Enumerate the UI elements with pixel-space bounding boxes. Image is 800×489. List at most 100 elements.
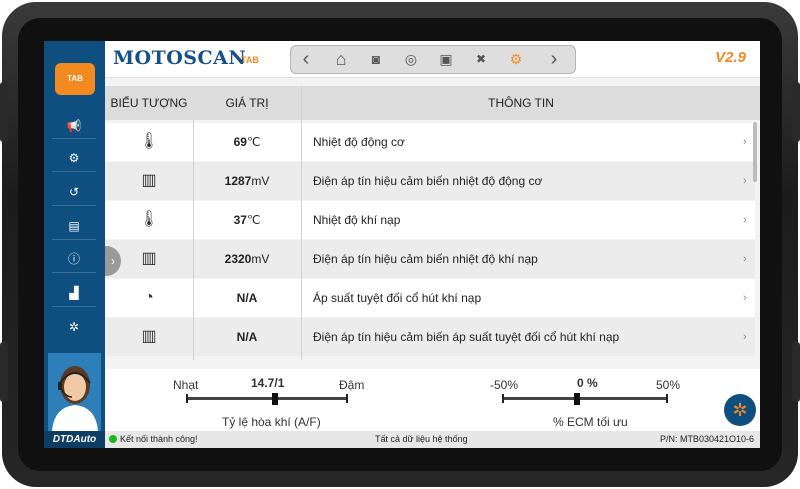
afr-lean-label: Nhạt xyxy=(173,378,199,392)
factory-icon[interactable]: ▟ xyxy=(62,284,86,303)
info-cell: Nhiệt độ động cơ xyxy=(313,135,405,149)
record-icon[interactable]: ◎ xyxy=(400,49,422,69)
afr-value: 14.7/1 xyxy=(251,376,285,390)
part-number: P/N: MTB030421O10-6 xyxy=(659,434,754,444)
afr-rich-label: Đậm xyxy=(339,378,365,392)
settings-icon[interactable]: ✲ xyxy=(62,318,86,337)
chevron-right-icon[interactable]: › xyxy=(743,162,753,200)
sidebar-divider xyxy=(52,138,96,139)
value-number: 37 xyxy=(233,213,247,227)
value-number: 1287 xyxy=(224,174,252,188)
ecm-max-label: 50% xyxy=(656,378,681,392)
sidebar-divider xyxy=(52,171,96,172)
table-header: BIỂU TƯỢNG GIÁ TRỊ THÔNG TIN xyxy=(105,86,760,120)
folder-icon[interactable]: ▣ xyxy=(435,49,457,69)
value-cell: 69℃ xyxy=(193,123,301,161)
side-button xyxy=(0,82,8,142)
chevron-right-icon[interactable]: › xyxy=(743,123,753,161)
afr-gauge-track xyxy=(187,397,347,400)
value-cell: 1287mV xyxy=(193,162,301,200)
intake-temperature-icon: 🌡 xyxy=(138,211,160,228)
status-bar: Kết nối thành công! Tất cả dữ liệu hệ th… xyxy=(105,431,760,448)
ecm-gauge-marker xyxy=(573,393,580,405)
app-screen: TAB 📢 ⚙ ↺ ▤ ⓘ ▟ ✲ DTDAuto MOTOSCAN TAB ‹… xyxy=(44,41,760,448)
back-icon[interactable]: ‹ xyxy=(295,49,317,69)
info-icon[interactable]: ⓘ xyxy=(62,250,86,269)
ecm-value: 0 % xyxy=(577,376,598,390)
sidebar: TAB 📢 ⚙ ↺ ▤ ⓘ ▟ ✲ DTDAuto xyxy=(44,41,105,448)
connection-status: Kết nối thành công! xyxy=(120,434,198,444)
chevron-right-icon[interactable]: › xyxy=(743,318,753,356)
table-row[interactable]: 🌡 37℃ Nhiệt độ khí nạp › xyxy=(105,201,755,239)
ecm-caption: % ECM tối ưu xyxy=(553,415,628,429)
value-unit: mV xyxy=(251,174,270,188)
support-avatar[interactable] xyxy=(48,353,101,431)
info-cell: Nhiệt độ khí nạp xyxy=(313,213,401,227)
ecm-gauge-tick xyxy=(666,394,668,403)
afr-caption: Tỷ lệ hòa khí (A/F) xyxy=(222,415,321,429)
afr-gauge-tick xyxy=(186,394,188,403)
map-sensor-icon: ▥ xyxy=(141,328,157,345)
value-cell: N/A xyxy=(193,279,301,317)
app-title-suffix: TAB xyxy=(241,55,259,65)
table-scrollbar[interactable] xyxy=(753,122,757,182)
value-number: 2320 xyxy=(224,252,252,266)
value-number: N/A xyxy=(236,291,258,305)
column-header-value: GIÁ TRỊ xyxy=(225,96,269,110)
info-cell: Điện áp tín hiệu cảm biến nhiệt độ động … xyxy=(313,174,543,188)
engine-icon[interactable]: ⚙ xyxy=(62,149,86,168)
value-cell: 2320mV xyxy=(193,240,301,278)
app-header: MOTOSCAN TAB ‹ ⌂ ◙ ◎ ▣ ✖ ⚙ › V2.9 xyxy=(105,41,760,78)
ecm-gauge-tick xyxy=(502,394,504,403)
chevron-right-icon[interactable]: › xyxy=(743,201,753,239)
app-title: MOTOSCAN xyxy=(113,47,247,69)
support-agent-image xyxy=(48,353,101,431)
data-scope-label: Tất cả dữ liệu hệ thống xyxy=(375,434,468,444)
chevron-right-icon[interactable]: › xyxy=(743,240,753,278)
table-row[interactable]: ▥ N/A Điện áp tín hiệu cảm biến áp suất … xyxy=(105,318,755,356)
info-cell: Áp suất tuyệt đối cổ hút khí nạp xyxy=(313,291,482,305)
delete-icon[interactable]: ✖ xyxy=(470,49,492,69)
value-unit: ℃ xyxy=(246,213,261,227)
home-icon[interactable]: ⌂ xyxy=(330,49,352,69)
history-icon[interactable]: ↺ xyxy=(62,183,86,202)
mixture-panel: Nhạt 14.7/1 Đậm Tỷ lệ hòa khí (A/F) -50%… xyxy=(105,369,760,431)
value-cell: 37℃ xyxy=(193,201,301,239)
sidebar-divider xyxy=(52,205,96,206)
table-row[interactable]: ▥ 2320mV Điện áp tín hiệu cảm biến nhiệt… xyxy=(105,240,755,278)
brand-logo: DTDAuto xyxy=(44,431,105,448)
value-unit: mV xyxy=(251,252,270,266)
table-row[interactable]: ◔ N/A Áp suất tuyệt đối cổ hút khí nạp › xyxy=(105,279,755,317)
settings-gear-button[interactable]: ✲ xyxy=(724,394,756,426)
camera-icon[interactable]: ◙ xyxy=(365,49,387,69)
forward-icon[interactable]: › xyxy=(543,49,565,69)
afr-gauge-marker xyxy=(272,393,278,405)
clipboard-icon[interactable]: ▤ xyxy=(62,217,86,236)
afr-gauge-tick xyxy=(346,394,348,403)
ect-sensor-icon: ▥ xyxy=(141,172,157,189)
value-cell: N/A xyxy=(193,318,301,356)
version-label: V2.9 xyxy=(715,49,746,66)
sidebar-divider xyxy=(52,272,96,273)
value-unit: ℃ xyxy=(246,135,261,149)
table-row[interactable]: 🌡 69℃ Nhiệt độ động cơ › xyxy=(105,123,755,161)
column-divider xyxy=(301,86,302,360)
info-cell: Điện áp tín hiệu cảm biến nhiệt độ khí n… xyxy=(313,252,538,266)
column-divider xyxy=(193,120,194,360)
side-button xyxy=(792,82,800,142)
chevron-right-icon[interactable]: › xyxy=(743,279,753,317)
value-number: 69 xyxy=(233,135,247,149)
app-logo[interactable]: TAB xyxy=(55,63,95,95)
ecm-min-label: -50% xyxy=(490,378,519,392)
megaphone-icon[interactable]: 📢 xyxy=(62,117,86,136)
side-button xyxy=(792,342,800,402)
ai-icon[interactable]: ⚙ xyxy=(505,49,527,69)
engine-temperature-icon: 🌡 xyxy=(138,133,160,150)
toolbar: ‹ ⌂ ◙ ◎ ▣ ✖ ⚙ › xyxy=(290,45,576,74)
column-header-info: THÔNG TIN xyxy=(488,96,554,110)
table-row[interactable]: ▥ 1287mV Điện áp tín hiệu cảm biến nhiệt… xyxy=(105,162,755,200)
gauge-icon: ◔ xyxy=(144,289,154,306)
value-number: N/A xyxy=(236,330,258,344)
info-cell: Điện áp tín hiệu cảm biến áp suất tuyệt … xyxy=(313,330,620,344)
connection-status-dot xyxy=(109,435,117,443)
